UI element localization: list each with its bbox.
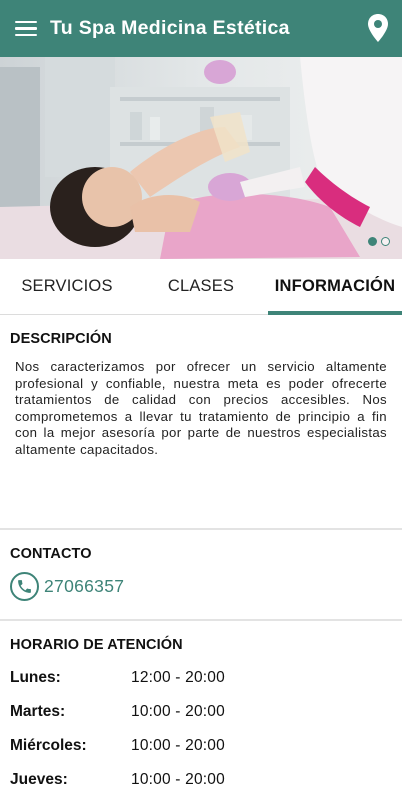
phone-number[interactable]: 27066357 xyxy=(44,576,124,597)
carousel-indicator xyxy=(368,237,390,246)
hours-section: HORARIO DE ATENCIÓN Lunes: 12:00 - 20:00… xyxy=(0,622,402,800)
hours-row: Martes: 10:00 - 20:00 xyxy=(10,702,390,722)
tab-clases[interactable]: CLASES xyxy=(134,259,268,314)
hours-row: Miércoles: 10:00 - 20:00 xyxy=(10,736,390,756)
spa-treatment-image xyxy=(0,57,402,259)
tab-informacion[interactable]: INFORMACIÓN xyxy=(268,259,402,315)
app-bar: Tu Spa Medicina Estética xyxy=(0,0,402,57)
phone-icon xyxy=(10,572,39,601)
hours-time: 10:00 - 20:00 xyxy=(131,703,225,720)
divider xyxy=(0,528,402,530)
description-section: DESCRIPCIÓN Nos caracterizamos por ofrec… xyxy=(0,316,402,528)
divider xyxy=(0,619,402,621)
hours-title: HORARIO DE ATENCIÓN xyxy=(10,637,183,653)
hours-day: Miércoles: xyxy=(10,737,87,754)
menu-button[interactable] xyxy=(0,0,52,57)
tab-servicios[interactable]: SERVICIOS xyxy=(0,259,134,314)
hours-time: 10:00 - 20:00 xyxy=(131,737,225,754)
hours-day: Martes: xyxy=(10,703,66,720)
contact-title: CONTACTO xyxy=(10,546,92,562)
section-tabs: SERVICIOS CLASES INFORMACIÓN xyxy=(0,259,402,315)
location-button[interactable] xyxy=(366,13,390,43)
hamburger-menu-icon xyxy=(15,20,37,37)
map-pin-icon xyxy=(368,14,388,42)
carousel-dot-active[interactable] xyxy=(368,237,377,246)
hours-day: Lunes: xyxy=(10,669,61,686)
hours-time: 12:00 - 20:00 xyxy=(131,669,225,686)
carousel-dot[interactable] xyxy=(381,237,390,246)
description-text: Nos caracterizamos por ofrecer un servic… xyxy=(15,359,387,457)
hours-time: 10:00 - 20:00 xyxy=(131,771,225,788)
contact-section: CONTACTO 27066357 xyxy=(0,531,402,619)
app-title: Tu Spa Medicina Estética xyxy=(50,17,290,39)
phone-link[interactable]: 27066357 xyxy=(10,572,124,601)
description-title: DESCRIPCIÓN xyxy=(10,331,112,347)
hours-row: Jueves: 10:00 - 20:00 xyxy=(10,770,390,790)
hours-day: Jueves: xyxy=(10,771,68,788)
hero-carousel[interactable] xyxy=(0,57,402,259)
hours-row: Lunes: 12:00 - 20:00 xyxy=(10,668,390,688)
